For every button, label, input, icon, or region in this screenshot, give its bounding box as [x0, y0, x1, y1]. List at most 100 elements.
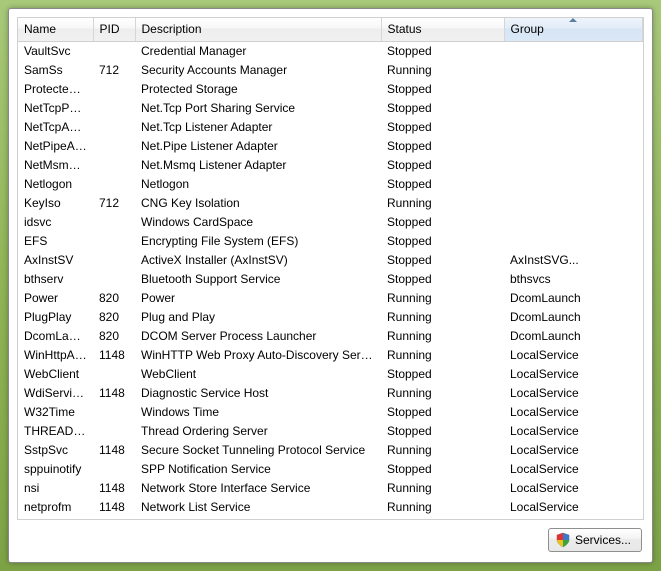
- cell-status: Stopped: [381, 118, 504, 137]
- table-row[interactable]: nsi1148Network Store Interface ServiceRu…: [18, 479, 643, 498]
- services-table: Name PID Description Status Group VaultS…: [18, 18, 643, 519]
- cell-status: Stopped: [381, 270, 504, 289]
- cell-pid: [93, 232, 135, 251]
- table-row[interactable]: WinHttpAut...1148WinHTTP Web Proxy Auto-…: [18, 346, 643, 365]
- shield-icon: [555, 532, 571, 548]
- column-header-description[interactable]: Description: [135, 18, 381, 42]
- cell-group: LocalService: [504, 498, 643, 517]
- cell-status: Running: [381, 479, 504, 498]
- cell-group: DcomLaunch: [504, 308, 643, 327]
- cell-name: WebClient: [18, 365, 93, 384]
- table-row[interactable]: Power820PowerRunningDcomLaunch: [18, 289, 643, 308]
- cell-name: NetPipeActi...: [18, 137, 93, 156]
- column-header-group-label: Group: [511, 22, 544, 36]
- cell-status: Stopped: [381, 460, 504, 479]
- table-row[interactable]: AxInstSVActiveX Installer (AxInstSV)Stop…: [18, 251, 643, 270]
- cell-desc: Net.Msmq Listener Adapter: [135, 156, 381, 175]
- table-row[interactable]: SstpSvc1148Secure Socket Tunneling Proto…: [18, 441, 643, 460]
- cell-group: [504, 42, 643, 62]
- table-row[interactable]: NetTcpPort... Net.Tcp Port Sharing Servic…: [18, 99, 643, 118]
- cell-desc: Network Store Interface Service: [135, 479, 381, 498]
- cell-pid: 712: [93, 194, 135, 213]
- table-row[interactable]: SamSs712Security Accounts ManagerRunning: [18, 61, 643, 80]
- cell-status: Running: [381, 384, 504, 403]
- cell-name: AxInstSV: [18, 251, 93, 270]
- cell-pid: [93, 251, 135, 270]
- cell-status: Running: [381, 441, 504, 460]
- cell-name: KeyIso: [18, 194, 93, 213]
- cell-name: VaultSvc: [18, 42, 93, 62]
- services-table-scroll[interactable]: Name PID Description Status Group VaultS…: [18, 18, 643, 519]
- cell-pid: [93, 460, 135, 479]
- table-row[interactable]: ProtectedSt...Protected StorageStopped: [18, 80, 643, 99]
- cell-name: WinHttpAut...: [18, 346, 93, 365]
- cell-status: Stopped: [381, 365, 504, 384]
- table-row[interactable]: NetlogonNetlogonStopped: [18, 175, 643, 194]
- cell-group: LocalService: [504, 422, 643, 441]
- cell-desc: Net.Pipe Listener Adapter: [135, 137, 381, 156]
- cell-group: [504, 175, 643, 194]
- cell-name: SstpSvc: [18, 441, 93, 460]
- cell-pid: [93, 137, 135, 156]
- cell-group: LocalService: [504, 346, 643, 365]
- cell-name: W32Time: [18, 403, 93, 422]
- table-row[interactable]: sppuinotifySPP Notification ServiceStopp…: [18, 460, 643, 479]
- cell-pid: [93, 403, 135, 422]
- cell-group: DcomLaunch: [504, 289, 643, 308]
- cell-name: PlugPlay: [18, 308, 93, 327]
- cell-name: NetTcpPort...: [18, 99, 93, 118]
- table-row[interactable]: THREADOR...Thread Ordering ServerStopped…: [18, 422, 643, 441]
- column-header-name[interactable]: Name: [18, 18, 93, 42]
- cell-group: [504, 80, 643, 99]
- cell-status: Running: [381, 327, 504, 346]
- cell-group: LocalService: [504, 384, 643, 403]
- cell-pid: [93, 365, 135, 384]
- table-header-row: Name PID Description Status Group: [18, 18, 643, 42]
- cell-status: Running: [381, 61, 504, 80]
- table-row[interactable]: NetTcpActi...Net.Tcp Listener AdapterSto…: [18, 118, 643, 137]
- cell-pid: 1148: [93, 384, 135, 403]
- cell-pid: 712: [93, 61, 135, 80]
- cell-status: Stopped: [381, 422, 504, 441]
- cell-pid: [93, 270, 135, 289]
- cell-group: [504, 156, 643, 175]
- cell-group: LocalService: [504, 365, 643, 384]
- cell-group: [504, 137, 643, 156]
- cell-name: Power: [18, 289, 93, 308]
- cell-desc: Net.Tcp Port Sharing Service: [135, 99, 381, 118]
- cell-pid: [93, 422, 135, 441]
- cell-status: Running: [381, 346, 504, 365]
- cell-status: Stopped: [381, 213, 504, 232]
- column-header-group[interactable]: Group: [504, 18, 643, 42]
- table-row[interactable]: lltdsvcLink-Layer Topology Discovery Map…: [18, 517, 643, 519]
- cell-group: LocalService: [504, 460, 643, 479]
- table-row[interactable]: idsvcWindows CardSpaceStopped: [18, 213, 643, 232]
- column-header-pid[interactable]: PID: [93, 18, 135, 42]
- column-header-status[interactable]: Status: [381, 18, 504, 42]
- services-button[interactable]: Services...: [548, 528, 642, 552]
- cell-desc: WebClient: [135, 365, 381, 384]
- table-row[interactable]: KeyIso712CNG Key IsolationRunning: [18, 194, 643, 213]
- cell-status: Stopped: [381, 99, 504, 118]
- cell-status: Stopped: [381, 403, 504, 422]
- table-row[interactable]: W32TimeWindows TimeStoppedLocalService: [18, 403, 643, 422]
- table-row[interactable]: VaultSvcCredential ManagerStopped: [18, 42, 643, 62]
- cell-desc: Network List Service: [135, 498, 381, 517]
- cell-group: [504, 232, 643, 251]
- table-row[interactable]: NetPipeActi...Net.Pipe Listener AdapterS…: [18, 137, 643, 156]
- table-row[interactable]: WdiService...1148Diagnostic Service Host…: [18, 384, 643, 403]
- cell-pid: 820: [93, 327, 135, 346]
- table-row[interactable]: netprofm1148Network List ServiceRunningL…: [18, 498, 643, 517]
- table-row[interactable]: PlugPlay820Plug and PlayRunningDcomLaunc…: [18, 308, 643, 327]
- cell-name: THREADOR...: [18, 422, 93, 441]
- table-row[interactable]: DcomLaunch820DCOM Server Process Launche…: [18, 327, 643, 346]
- table-row[interactable]: bthservBluetooth Support ServiceStoppedb…: [18, 270, 643, 289]
- cell-desc: Net.Tcp Listener Adapter: [135, 118, 381, 137]
- table-row[interactable]: NetMsmqAc...Net.Msmq Listener AdapterSto…: [18, 156, 643, 175]
- table-row[interactable]: WebClientWebClientStoppedLocalService: [18, 365, 643, 384]
- cell-status: Stopped: [381, 175, 504, 194]
- table-row[interactable]: EFSEncrypting File System (EFS)Stopped: [18, 232, 643, 251]
- cell-group: [504, 61, 643, 80]
- cell-status: Stopped: [381, 251, 504, 270]
- cell-desc: Security Accounts Manager: [135, 61, 381, 80]
